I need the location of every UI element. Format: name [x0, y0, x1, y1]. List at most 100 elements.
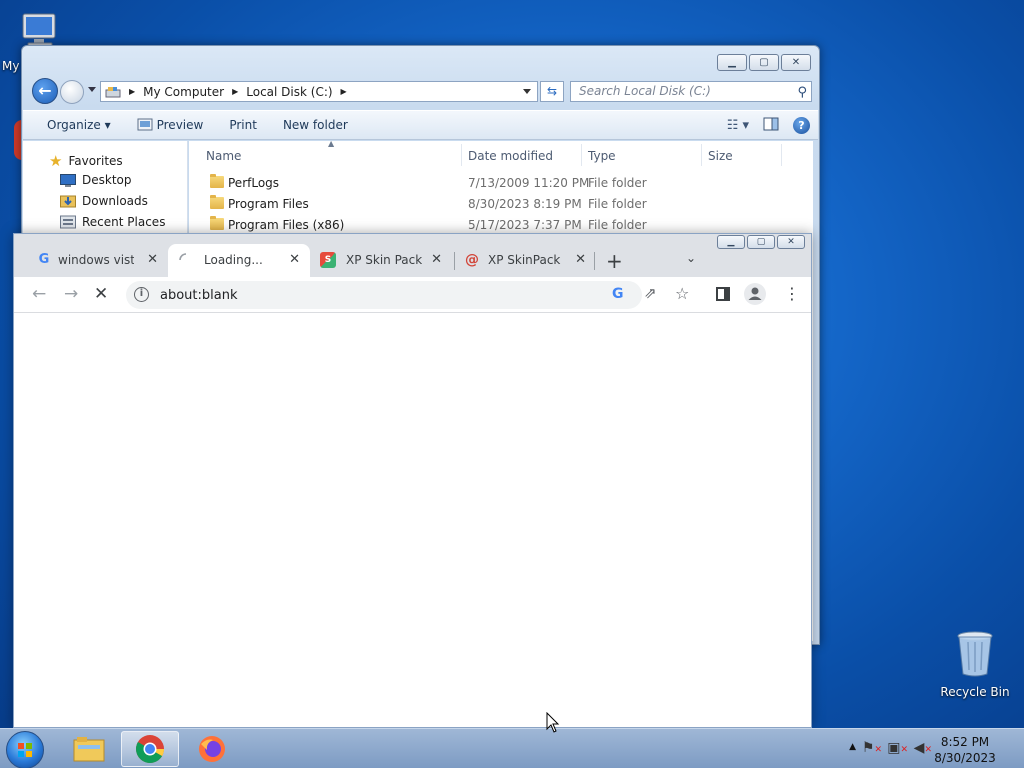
- nav-item-desktop[interactable]: Desktop: [60, 173, 132, 187]
- search-placeholder: Search Local Disk (C:): [579, 84, 711, 98]
- nav-item-label: Desktop: [82, 173, 132, 187]
- profile-avatar[interactable]: [744, 283, 766, 310]
- url-text[interactable]: about:blank: [160, 288, 238, 303]
- stop-loading-icon[interactable]: ✕: [94, 284, 108, 304]
- refresh-button[interactable]: ⇆: [540, 81, 564, 102]
- file-name: PerfLogs: [228, 176, 280, 190]
- tab-title: XP Skin Pack -: [346, 253, 422, 267]
- downloads-icon: [60, 195, 76, 208]
- folder-icon: [210, 174, 224, 188]
- preview-pane-button[interactable]: [763, 117, 779, 134]
- info-icon[interactable]: i: [134, 287, 149, 302]
- column-header-name[interactable]: Name: [206, 149, 241, 163]
- window-controls: ▁ ▢ ✕: [717, 54, 811, 71]
- nav-item-favorites[interactable]: ★ Favorites: [49, 152, 123, 170]
- preview-icon: [137, 118, 153, 131]
- help-icon[interactable]: ?: [793, 117, 810, 134]
- close-tab-icon[interactable]: ✕: [147, 252, 158, 267]
- tab-windows-vista[interactable]: G windows vista ✕: [26, 244, 168, 277]
- nav-item-label: Recent Places: [82, 215, 166, 229]
- close-button[interactable]: ✕: [781, 54, 811, 71]
- search-input[interactable]: Search Local Disk (C:) ⚲: [570, 81, 812, 102]
- mouse-cursor-icon: [546, 712, 560, 733]
- column-divider[interactable]: [701, 144, 702, 166]
- address-bar[interactable]: ▶ My Computer ▶ Local Disk (C:) ▶: [100, 81, 538, 102]
- side-panel-icon[interactable]: [715, 286, 731, 307]
- column-header-size[interactable]: Size: [708, 149, 733, 163]
- preview-label: Preview: [156, 118, 204, 132]
- breadcrumb-local-disk[interactable]: Local Disk (C:): [246, 85, 332, 99]
- breadcrumb-my-computer[interactable]: My Computer: [143, 85, 224, 99]
- chrome-window[interactable]: G windows vista ✕ Loading... ✕ S XP Skin…: [13, 233, 812, 728]
- table-row[interactable]: Program Files (x86) 5/17/2023 7:37 PM Fi…: [189, 214, 813, 235]
- file-type: File folder: [588, 197, 647, 211]
- preview-button[interactable]: Preview: [137, 118, 204, 132]
- nav-item-downloads[interactable]: Downloads: [60, 194, 148, 208]
- forward-button[interactable]: [60, 80, 84, 104]
- omnibox[interactable]: i about:blank G: [126, 281, 642, 309]
- clock[interactable]: 8:52 PM 8/30/2023: [930, 734, 1000, 766]
- column-divider[interactable]: [781, 144, 782, 166]
- show-hidden-icons-chevron-up-icon[interactable]: ▲: [849, 742, 856, 752]
- new-folder-button[interactable]: New folder: [283, 118, 348, 132]
- close-button[interactable]: ✕: [777, 235, 805, 249]
- start-button[interactable]: [6, 731, 44, 768]
- tab-xp-skin-pack[interactable]: S XP Skin Pack - ✕: [310, 244, 452, 277]
- back-arrow-icon[interactable]: ←: [32, 284, 46, 304]
- bookmark-star-icon[interactable]: ☆: [675, 284, 689, 303]
- share-icon[interactable]: ⇗: [644, 284, 657, 302]
- tab-separator: [594, 252, 595, 270]
- tab-xp-skinpack[interactable]: @ XP SkinPack ✕: [454, 244, 596, 277]
- chrome-icon: [136, 735, 164, 763]
- column-divider[interactable]: [581, 144, 582, 166]
- tab-loading[interactable]: Loading... ✕: [168, 244, 310, 277]
- column-header-date[interactable]: Date modified: [468, 149, 553, 163]
- close-tab-icon[interactable]: ✕: [289, 252, 300, 267]
- taskbar-chrome[interactable]: [121, 731, 179, 767]
- tab-title: XP SkinPack: [488, 253, 561, 267]
- minimize-button[interactable]: ▁: [717, 235, 745, 249]
- chevron-down-icon[interactable]: ⌄: [686, 251, 696, 265]
- forward-arrow-icon[interactable]: →: [64, 284, 78, 304]
- action-center-flag-icon[interactable]: ⚑✕: [862, 740, 882, 756]
- view-controls: ☷ ▾ ?: [727, 117, 810, 134]
- search-icon[interactable]: ⚲: [797, 83, 807, 102]
- taskbar-explorer[interactable]: [60, 731, 118, 767]
- google-lens-icon[interactable]: G: [612, 286, 624, 302]
- chevron-right-icon[interactable]: ▶: [232, 87, 238, 96]
- address-dropdown[interactable]: [523, 89, 531, 94]
- desktop-icon-label: My: [2, 59, 20, 73]
- nav-item-label: Favorites: [68, 154, 123, 168]
- table-row[interactable]: Program Files 8/30/2023 8:19 PM File fol…: [189, 193, 813, 214]
- sort-indicator-icon: ▲: [328, 139, 335, 148]
- table-row[interactable]: PerfLogs 7/13/2009 11:20 PM File folder: [189, 172, 813, 193]
- organize-button[interactable]: Organize ▾: [47, 118, 111, 132]
- new-tab-icon[interactable]: +: [606, 249, 623, 273]
- window-controls: ▁ ▢ ✕: [717, 235, 805, 249]
- menu-kebab-icon[interactable]: ⋮: [784, 284, 800, 303]
- nav-item-recent-places[interactable]: Recent Places: [60, 215, 165, 229]
- page-content[interactable]: [14, 314, 811, 727]
- windows-logo-icon: [18, 743, 32, 757]
- file-date: 8/30/2023 8:19 PM: [468, 197, 582, 211]
- column-divider[interactable]: [461, 144, 462, 166]
- network-icon[interactable]: ▣✕: [887, 740, 908, 756]
- chevron-right-icon[interactable]: ▶: [129, 87, 135, 96]
- desktop-icon: [60, 173, 76, 187]
- print-button[interactable]: Print: [229, 118, 257, 132]
- close-tab-icon[interactable]: ✕: [431, 252, 442, 267]
- folder-icon: [210, 195, 224, 209]
- recent-pages-dropdown[interactable]: [88, 87, 96, 92]
- nav-item-label: Downloads: [82, 194, 148, 208]
- desktop-icon-recycle-bin[interactable]: Recycle Bin: [940, 630, 1010, 699]
- column-header-type[interactable]: Type: [588, 149, 616, 163]
- close-tab-icon[interactable]: ✕: [575, 252, 586, 267]
- folder-icon: [210, 216, 224, 230]
- chevron-right-icon[interactable]: ▶: [341, 87, 347, 96]
- taskbar-firefox[interactable]: [183, 731, 241, 767]
- minimize-button[interactable]: ▁: [717, 54, 747, 71]
- change-view-button[interactable]: ☷ ▾: [727, 118, 749, 133]
- maximize-button[interactable]: ▢: [747, 235, 775, 249]
- back-button[interactable]: ←: [32, 78, 58, 104]
- maximize-button[interactable]: ▢: [749, 54, 779, 71]
